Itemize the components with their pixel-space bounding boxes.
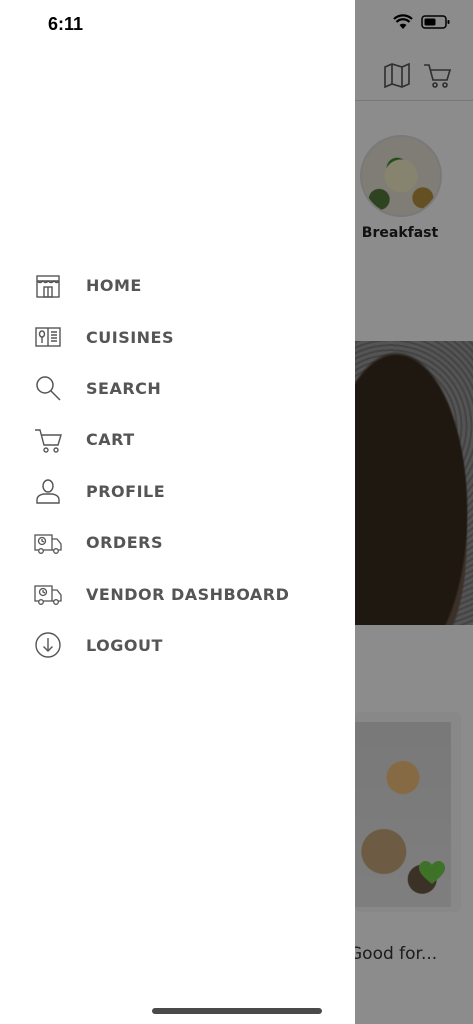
menu-label-logout: LOGOUT: [86, 635, 163, 655]
status-time: 6:11: [48, 14, 84, 34]
navigation-drawer: 6:11 HOME CUISINES SEARCH CART PROFILE O…: [0, 0, 355, 1024]
menu-label-home: HOME: [86, 276, 142, 296]
menu-item-vendor-dashboard[interactable]: VENDOR DASHBOARD: [32, 568, 332, 619]
cart-icon: [32, 424, 64, 456]
menu-label-profile: PROFILE: [86, 481, 166, 501]
battery-icon: [421, 15, 450, 29]
menu-item-orders[interactable]: ORDERS: [32, 517, 332, 568]
truck-clock-icon: [32, 578, 64, 610]
menu-item-search[interactable]: SEARCH: [32, 363, 332, 414]
logout-icon: [32, 629, 64, 661]
wifi-icon: [393, 14, 413, 29]
menu-label-cart: CART: [86, 430, 135, 450]
menu-label-orders: ORDERS: [86, 533, 163, 553]
drawer-scrim[interactable]: [355, 0, 473, 1024]
truck-icon: [32, 527, 64, 559]
home-indicator[interactable]: [152, 1008, 322, 1014]
menu-item-profile[interactable]: PROFILE: [32, 466, 332, 517]
menu-item-home[interactable]: HOME: [32, 260, 332, 311]
menu-item-logout[interactable]: LOGOUT: [32, 620, 332, 671]
search-icon: [32, 372, 64, 404]
drawer-menu: HOME CUISINES SEARCH CART PROFILE ORDERS…: [32, 260, 332, 671]
menu-label-vendor-dashboard: VENDOR DASHBOARD: [86, 584, 290, 604]
store-icon: [32, 270, 64, 302]
menu-label-search: SEARCH: [86, 378, 162, 398]
menu-item-cuisines[interactable]: CUISINES: [32, 311, 332, 362]
status-indicators: [393, 14, 451, 30]
menu-label-cuisines: CUISINES: [86, 327, 175, 347]
menu-item-cart[interactable]: CART: [32, 414, 332, 465]
menu-book-icon: [32, 321, 64, 353]
user-icon: [32, 475, 64, 507]
